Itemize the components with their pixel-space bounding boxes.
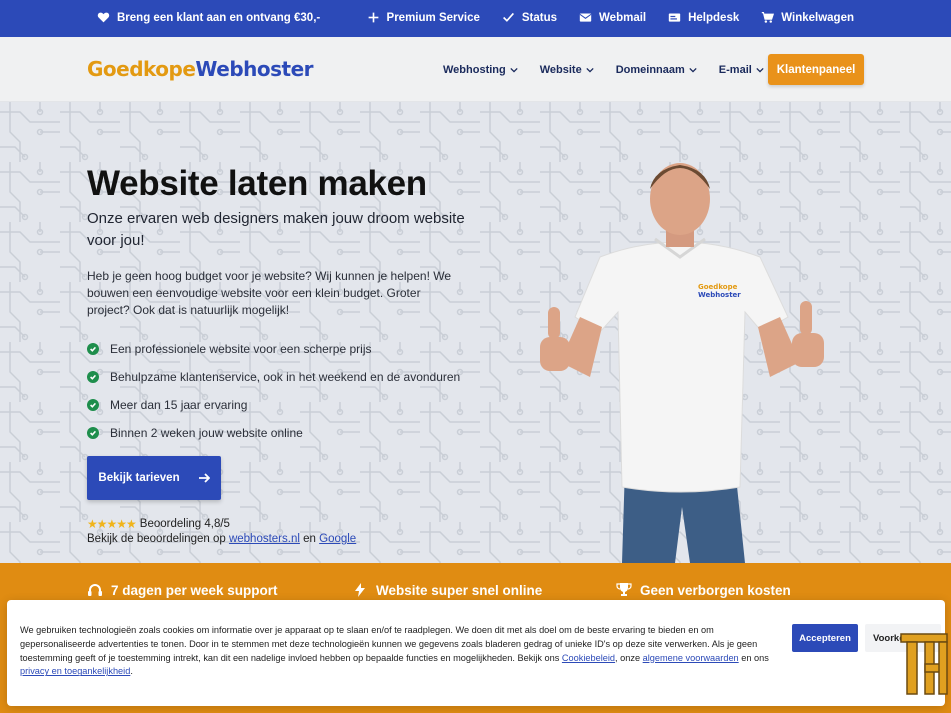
- cart-label: Winkelwagen: [781, 11, 854, 24]
- klantenpaneel-button[interactable]: Klantenpaneel: [768, 54, 864, 85]
- benefit-label: Behulpzame klantenservice, ook in het we…: [110, 370, 461, 384]
- check-circle-icon: [87, 343, 99, 355]
- list-item: Behulpzame klantenservice, ook in het we…: [87, 363, 460, 391]
- nav-website[interactable]: Website: [540, 64, 594, 76]
- google-reviews-link[interactable]: Google: [319, 533, 356, 545]
- hero-title: Website laten maken: [87, 164, 427, 203]
- helpdesk-link[interactable]: Helpdesk: [668, 11, 739, 24]
- helpdesk-label: Helpdesk: [688, 11, 740, 24]
- nav-webhosting-label: Webhosting: [443, 64, 506, 76]
- nav-domeinnaam-label: Domeinnaam: [615, 64, 685, 76]
- cookie-consent-banner: We gebruiken technologieën zoals cookies…: [7, 600, 945, 706]
- site-logo[interactable]: GoedkopeWebhoster: [87, 57, 314, 81]
- reviews-prefix: Bekijk de beoordelingen op: [87, 533, 226, 545]
- logo-part-2: Webhoster: [195, 57, 314, 81]
- list-item: Binnen 2 weken jouw website online: [87, 419, 460, 447]
- hero-paragraph: Heb je geen hoog budget voor je website?…: [87, 269, 452, 317]
- hero-subtitle: Onze ervaren web designers maken jouw dr…: [87, 210, 465, 249]
- reviews-and: en: [303, 533, 316, 545]
- feature-no-costs-label: Geen verborgen kosten: [640, 582, 791, 598]
- chevron-down-icon: [586, 67, 594, 73]
- status-link[interactable]: Status: [502, 11, 557, 24]
- person-thumbs-up-image: Goedkope Webhoster: [540, 163, 824, 563]
- premium-service-label: Premium Service: [386, 11, 480, 24]
- main-header: GoedkopeWebhoster Webhosting Website Dom…: [0, 37, 951, 102]
- referral-promo[interactable]: Breng een klant aan en ontvang €30,-: [97, 11, 320, 24]
- benefit-label: Binnen 2 weken jouw website online: [110, 426, 303, 440]
- cookie-text-and: en ons: [741, 652, 769, 663]
- check-circle-icon: [87, 427, 99, 439]
- feature-support: 7 dagen per week support: [87, 582, 278, 598]
- feature-speed: Website super snel online: [352, 582, 542, 598]
- shirt-logo-line2: Webhoster: [698, 291, 741, 299]
- helpdesk-icon: [668, 13, 681, 22]
- logo-part-1: Goedkope: [87, 57, 196, 81]
- referral-promo-label: Breng een klant aan en ontvang €30,-: [117, 11, 321, 24]
- view-pricing-button[interactable]: Bekijk tarieven: [87, 456, 221, 500]
- nav-domeinnaam[interactable]: Domeinnaam: [616, 64, 697, 76]
- view-pricing-label: Bekijk tarieven: [98, 472, 180, 484]
- main-nav: Webhosting Website Domeinnaam E-mail: [443, 64, 764, 76]
- envelope-icon: [579, 13, 592, 22]
- check-icon: [502, 12, 514, 22]
- cookie-text-mid: , onze: [615, 652, 641, 663]
- chevron-down-icon: [756, 67, 764, 73]
- benefit-label: Meer dan 15 jaar ervaring: [110, 398, 248, 412]
- cart-icon: [762, 12, 775, 23]
- feature-speed-label: Website super snel online: [376, 582, 543, 598]
- webmail-link[interactable]: Webmail: [579, 11, 646, 24]
- accept-cookies-button[interactable]: Accepteren: [792, 624, 858, 652]
- webhosters-link[interactable]: webhosters.nl: [229, 533, 300, 545]
- feature-support-label: 7 dagen per week support: [111, 582, 278, 598]
- cookie-text: We gebruiken technologieën zoals cookies…: [20, 624, 778, 679]
- arrow-right-icon: [198, 473, 210, 483]
- list-item: Een professionele website voor een scher…: [87, 335, 460, 363]
- status-label: Status: [521, 11, 558, 24]
- nav-email-label: E-mail: [718, 64, 752, 76]
- cookie-text-end: .: [130, 666, 133, 677]
- check-circle-icon: [87, 371, 99, 383]
- star-rating-icon: ★★★★★: [87, 517, 137, 531]
- cart-link[interactable]: Winkelwagen: [761, 11, 854, 24]
- feature-no-costs: Geen verborgen kosten: [616, 582, 791, 598]
- nav-webhosting[interactable]: Webhosting: [443, 64, 518, 76]
- privacy-link[interactable]: privacy en toegankelijkheid: [20, 666, 130, 676]
- rating-block: ★★★★★ Beoordeling 4,8/5 Bekijk de beoord…: [87, 516, 356, 545]
- plus-icon: [368, 12, 378, 23]
- rating-score: Beoordeling 4,8/5: [139, 518, 230, 530]
- heart-icon: [97, 12, 110, 23]
- nav-email[interactable]: E-mail: [719, 64, 764, 76]
- benefits-list: Een professionele website voor een scher…: [87, 335, 460, 447]
- hero-section: Website laten maken Onze ervaren web des…: [0, 102, 951, 563]
- check-circle-icon: [87, 399, 99, 411]
- premium-service-link[interactable]: Premium Service: [367, 11, 480, 24]
- chevron-down-icon: [510, 67, 518, 73]
- top-utility-bar: Breng een klant aan en ontvang €30,- Pre…: [0, 0, 951, 37]
- nav-website-label: Website: [539, 64, 582, 76]
- trophy-icon: [616, 583, 632, 596]
- chevron-down-icon: [689, 67, 697, 73]
- headset-icon: [88, 584, 102, 596]
- shirt-logo-line1: Goedkope: [698, 283, 738, 291]
- terms-link[interactable]: algemene voorwaarden: [643, 653, 739, 663]
- bolt-icon: [355, 583, 365, 597]
- webmail-label: Webmail: [599, 11, 647, 24]
- cookie-policy-link[interactable]: Cookiebeleid: [562, 653, 615, 663]
- benefit-label: Een professionele website voor een scher…: [110, 342, 372, 356]
- list-item: Meer dan 15 jaar ervaring: [87, 391, 460, 419]
- watermark-logo: [900, 633, 948, 695]
